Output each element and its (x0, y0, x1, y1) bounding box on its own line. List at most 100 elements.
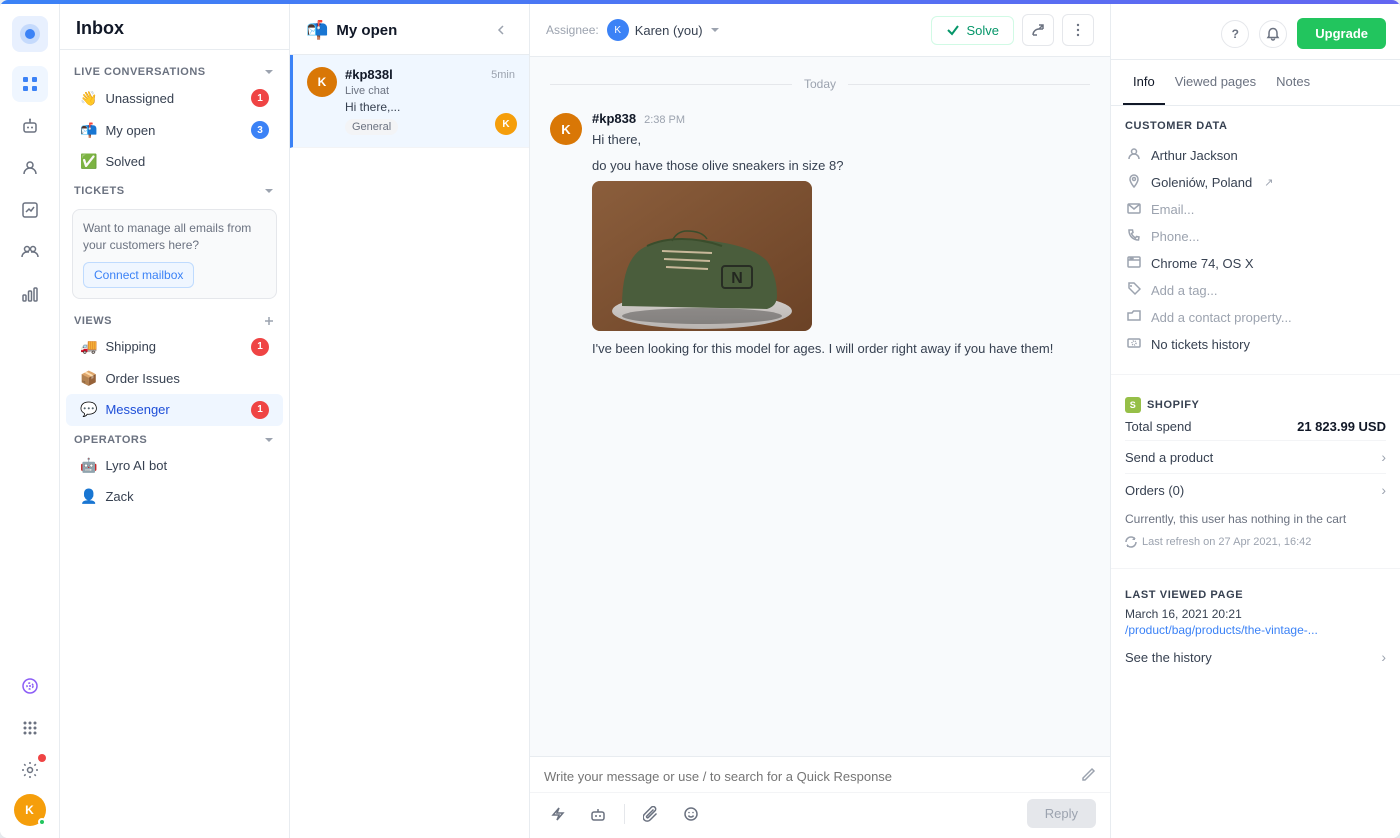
attachment-icon[interactable] (637, 800, 665, 828)
message-image: N (592, 181, 812, 331)
phone-icon (1125, 228, 1143, 245)
connect-mailbox-button[interactable]: Connect mailbox (83, 262, 194, 288)
conv-type: Live chat (345, 85, 515, 97)
nav-rail: K (0, 4, 60, 838)
upgrade-button[interactable]: Upgrade (1297, 18, 1386, 49)
wave-icon: 👋 (80, 90, 97, 107)
refresh-row[interactable]: Last refresh on 27 Apr 2021, 16:42 (1125, 532, 1386, 552)
emoji-icon[interactable] (677, 800, 705, 828)
sidebar-item-unassigned[interactable]: 👋 Unassigned 1 (66, 82, 283, 114)
chat-main: Assignee: K Karen (you) Solve (530, 4, 1110, 838)
chevron-down-icon (709, 24, 721, 36)
cart-note: Currently, this user has nothing in the … (1125, 506, 1386, 532)
chat-input-area: Reply (530, 756, 1110, 838)
nav-contacts[interactable] (12, 150, 48, 186)
lightning-icon[interactable] (544, 800, 572, 828)
last-viewed-divider (1111, 568, 1400, 569)
conv-tag: General (345, 119, 398, 135)
sidebar-title: Inbox (60, 4, 289, 50)
see-history-row[interactable]: See the history › (1125, 645, 1386, 669)
edit-icon[interactable] (1080, 767, 1096, 786)
tab-viewed-pages[interactable]: Viewed pages (1165, 60, 1266, 105)
conv-preview: Hi there,... (345, 100, 515, 114)
assignee-section: Assignee: K Karen (you) (546, 19, 721, 41)
conversation-list: 📬 My open K #kp838l 5min Live chat (290, 4, 530, 838)
assignee-dropdown[interactable]: K Karen (you) (607, 19, 721, 41)
message-followup: I've been looking for this model for age… (592, 339, 1072, 359)
message-greeting: Hi there, (592, 130, 1072, 150)
conversation-item-kp838l[interactable]: K #kp838l 5min Live chat Hi there,... Ge… (290, 55, 529, 148)
solve-button[interactable]: Solve (931, 16, 1014, 45)
conv-time: 5min (491, 69, 515, 81)
messenger-icon: 💬 (80, 401, 97, 418)
sidebar-item-my-open[interactable]: 📬 My open 3 (66, 114, 283, 146)
reply-button[interactable]: Reply (1027, 799, 1096, 828)
sidebar-item-lyro[interactable]: 🤖 Lyro AI bot (66, 450, 283, 481)
customer-phone-row[interactable]: Phone... (1125, 223, 1386, 250)
sidebar-item-solved[interactable]: ✅ Solved (66, 146, 283, 177)
zack-icon: 👤 (80, 488, 97, 505)
tag-icon (1125, 282, 1143, 299)
svg-text:N: N (731, 270, 743, 287)
chat-body: Today K #kp838 2:38 PM Hi there, do you … (530, 57, 1110, 756)
sidebar-item-messenger[interactable]: 💬 Messenger 1 (66, 394, 283, 426)
customer-data-section: CUSTOMER DATA Arthur Jackson Goleniów, P… (1111, 106, 1400, 366)
nav-lyro[interactable] (12, 668, 48, 704)
chat-input[interactable] (544, 769, 1080, 784)
collapse-button[interactable] (489, 18, 513, 42)
notifications-button[interactable] (1259, 20, 1287, 48)
more-options-button[interactable] (1062, 14, 1094, 46)
person-icon (1125, 147, 1143, 164)
no-tickets-row: No tickets history (1125, 331, 1386, 358)
chat-header-actions: Solve (931, 14, 1094, 46)
date-divider: Today (550, 57, 1090, 111)
settings-notification-dot (38, 754, 46, 762)
chat-header: Assignee: K Karen (you) Solve (530, 4, 1110, 57)
message-question: do you have those olive sneakers in size… (592, 156, 1072, 176)
nav-analytics[interactable] (12, 276, 48, 312)
conv-list-icon: 📬 (306, 20, 328, 41)
check-icon (946, 23, 960, 37)
tab-info[interactable]: Info (1123, 60, 1165, 105)
sidebar-item-shipping[interactable]: 🚚 Shipping 1 (66, 331, 283, 363)
section-divider (1111, 374, 1400, 375)
browser-icon (1125, 255, 1143, 272)
user-avatar[interactable]: K (14, 794, 46, 826)
sidebar: Inbox LIVE CONVERSATIONS 👋 Unassigned 1 … (60, 4, 290, 838)
page-path[interactable]: /product/bag/products/the-vintage-... (1125, 623, 1386, 637)
chat-toolbar: Reply (530, 793, 1110, 838)
tab-notes[interactable]: Notes (1266, 60, 1320, 105)
nav-apps[interactable] (12, 710, 48, 746)
sidebar-item-zack[interactable]: 👤 Zack (66, 481, 283, 512)
conv-agent-avatar: K (495, 113, 517, 135)
order-icon: 📦 (80, 370, 97, 387)
sidebar-item-order-issues[interactable]: 📦 Order Issues (66, 363, 283, 394)
nav-logo (12, 16, 48, 52)
nav-team[interactable] (12, 234, 48, 270)
section-tickets: TICKETS (60, 177, 289, 201)
nav-bot[interactable] (12, 108, 48, 144)
right-panel: ? Upgrade Info Viewed pages Notes CUSTOM… (1110, 4, 1400, 838)
nav-reports[interactable] (12, 192, 48, 228)
page-date: March 16, 2021 20:21 (1125, 607, 1386, 621)
help-button[interactable]: ? (1221, 20, 1249, 48)
nav-home[interactable] (12, 66, 48, 102)
customer-property-row[interactable]: Add a contact property... (1125, 304, 1386, 331)
section-operators: OPERATORS (60, 426, 289, 450)
shipping-icon: 🚚 (80, 338, 97, 355)
merge-button[interactable] (1022, 14, 1054, 46)
message-row: K #kp838 2:38 PM Hi there, do you have t… (550, 111, 1090, 365)
external-link-icon[interactable]: ↗ (1264, 176, 1273, 189)
bot-icon[interactable] (584, 800, 612, 828)
message-content: #kp838 2:38 PM Hi there, do you have tho… (592, 111, 1072, 365)
email-icon (1125, 201, 1143, 218)
send-product-row[interactable]: Send a product › (1125, 440, 1386, 473)
tickets-box: Want to manage all emails from your cust… (72, 209, 277, 299)
assignee-avatar: K (607, 19, 629, 41)
orders-row[interactable]: Orders (0) › (1125, 473, 1386, 506)
customer-email-row[interactable]: Email... (1125, 196, 1386, 223)
panel-tabs: Info Viewed pages Notes (1111, 60, 1400, 106)
total-spend-row: Total spend 21 823.99 USD (1125, 413, 1386, 440)
customer-tag-row[interactable]: Add a tag... (1125, 277, 1386, 304)
conv-list-header: 📬 My open (290, 4, 529, 55)
